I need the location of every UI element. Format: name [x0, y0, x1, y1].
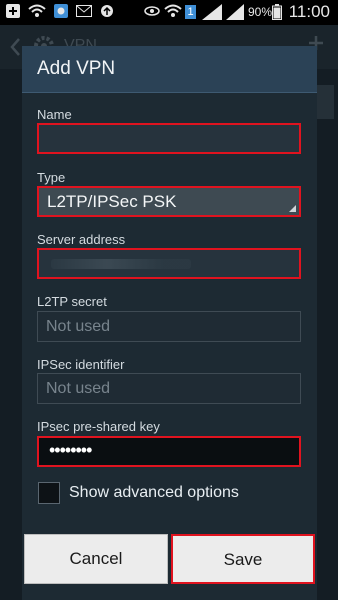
l2tp-secret-placeholder: Not used: [46, 318, 111, 335]
server-address-input[interactable]: [37, 248, 301, 279]
sync-icon: [100, 4, 114, 23]
wifi-notification-icon: [28, 4, 46, 23]
cancel-button-label: Cancel: [69, 549, 123, 568]
ipsec-psk-value: ••••••••: [49, 440, 92, 460]
type-select[interactable]: L2TP/IPSec PSK: [37, 186, 301, 217]
wifi-signal-icon: [164, 4, 182, 23]
server-address-label: Server address: [37, 232, 126, 247]
back-icon: [8, 36, 22, 63]
l2tp-secret-label: L2TP secret: [37, 294, 107, 309]
ipsec-identifier-placeholder: Not used: [46, 380, 111, 397]
show-advanced-checkbox[interactable]: [38, 482, 60, 504]
cell-signal-icon: [202, 4, 222, 25]
type-value: L2TP/IPSec PSK: [47, 192, 177, 211]
save-button[interactable]: Save: [171, 534, 315, 584]
l2tp-secret-input[interactable]: Not used: [37, 311, 301, 342]
ipsec-identifier-label: IPSec identifier: [37, 357, 125, 372]
name-input[interactable]: [37, 123, 301, 154]
status-time: 11:00: [288, 2, 330, 21]
email-icon: [76, 4, 92, 23]
sim-badge: 1: [185, 5, 196, 19]
dialog-header: Add VPN: [22, 46, 317, 93]
name-label: Name: [37, 107, 72, 122]
eye-icon: [144, 4, 160, 23]
cell-signal-2-icon: [226, 4, 244, 25]
save-button-label: Save: [223, 550, 263, 569]
dropdown-corner-icon: [289, 205, 296, 212]
ipsec-psk-label: IPsec pre-shared key: [37, 419, 160, 434]
battery-icon: [272, 4, 282, 25]
app-notification-icon: [54, 4, 68, 23]
ipsec-identifier-input[interactable]: Not used: [37, 373, 301, 404]
server-address-obscured: [51, 259, 191, 269]
dialog-button-row: Cancel Save: [22, 531, 317, 600]
dialog-title: Add VPN: [37, 58, 116, 79]
add-vpn-dialog: Add VPN Name Type L2TP/IPSec PSK Server …: [22, 46, 317, 600]
type-label: Type: [37, 170, 66, 185]
battery-percent: 90%: [248, 5, 273, 19]
status-bar: 1 90% 11:00: [0, 0, 338, 25]
ipsec-psk-input[interactable]: ••••••••: [37, 436, 301, 467]
show-advanced-label[interactable]: Show advanced options: [69, 484, 239, 502]
cancel-button[interactable]: Cancel: [24, 534, 168, 584]
add-notification-icon: [6, 4, 20, 23]
